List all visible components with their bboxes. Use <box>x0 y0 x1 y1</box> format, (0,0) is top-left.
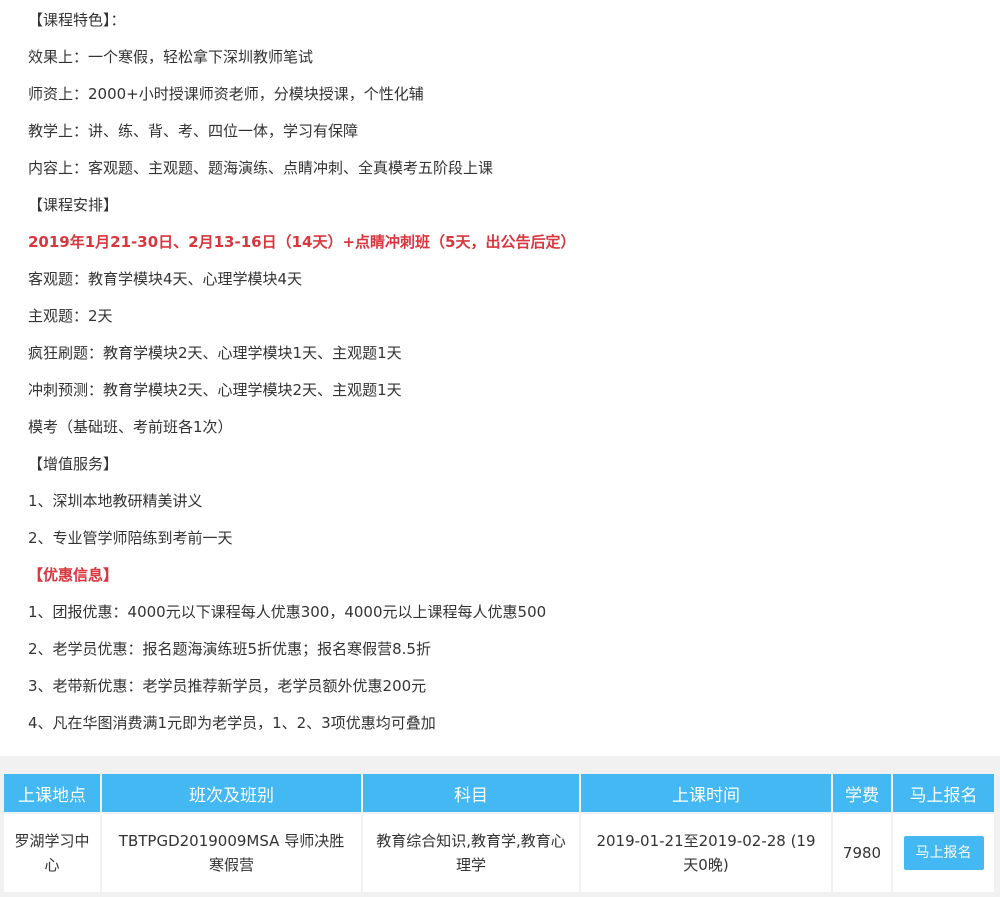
features-title: 【课程特色】： <box>28 11 126 29</box>
feature-item: 师资上：2000+小时授课师资老师，分模块授课，个性化辅 <box>28 85 424 103</box>
schedule-title: 【课程安排】 <box>28 196 119 214</box>
cell-class: TBTPGD2019009MSA 导师决胜寒假营 <box>102 814 361 892</box>
cell-location: 罗湖学习中心 <box>4 814 100 892</box>
header-subject: 科目 <box>363 774 579 812</box>
schedule-item: 主观题：2天 <box>28 307 113 325</box>
course-description: 【课程特色】： 效果上：一个寒假，轻松拿下深圳教师笔试 师资上：2000+小时授… <box>0 0 1000 744</box>
discount-item: 2、老学员优惠：报名题海演练班5折优惠；报名寒假营8.5折 <box>28 640 431 658</box>
schedule-item: 冲刺预测：教育学模块2天、心理学模块2天、主观题1天 <box>28 381 402 399</box>
schedule-item: 疯狂刷题：教育学模块2天、心理学模块1天、主观题1天 <box>28 344 402 362</box>
discount-item: 4、凡在华图消费满1元即为老学员，1、2、3项优惠均可叠加 <box>28 714 436 732</box>
cell-subject: 教育综合知识,教育学,教育心理学 <box>363 814 579 892</box>
header-location: 上课地点 <box>4 774 100 812</box>
header-class: 班次及班别 <box>102 774 361 812</box>
discounts-title: 【优惠信息】 <box>28 566 119 584</box>
header-fee: 学费 <box>833 774 891 812</box>
header-time: 上课时间 <box>581 774 831 812</box>
cell-fee: 7980 <box>833 814 891 892</box>
cell-signup: 马上报名 <box>893 814 994 892</box>
table-row: 罗湖学习中心 TBTPGD2019009MSA 导师决胜寒假营 教育综合知识,教… <box>4 814 994 892</box>
discount-item: 1、团报优惠：4000元以下课程每人优惠300，4000元以上课程每人优惠500 <box>28 603 547 621</box>
services-title: 【增值服务】 <box>28 455 119 473</box>
schedule-highlight: 2019年1月21-30日、2月13-16日（14天）+点睛冲刺班（5天，出公告… <box>28 233 576 251</box>
table-header-row: 上课地点 班次及班别 科目 上课时间 学费 马上报名 <box>4 774 994 812</box>
service-item: 1、深圳本地教研精美讲义 <box>28 492 203 510</box>
signup-button[interactable]: 马上报名 <box>903 836 984 870</box>
class-table-section: 上课地点 班次及班别 科目 上课时间 学费 马上报名 罗湖学习中心 TBTPGD… <box>0 756 1000 897</box>
header-signup: 马上报名 <box>893 774 994 812</box>
feature-item: 教学上：讲、练、背、考、四位一体，学习有保障 <box>28 122 359 140</box>
class-table: 上课地点 班次及班别 科目 上课时间 学费 马上报名 罗湖学习中心 TBTPGD… <box>2 772 996 894</box>
discount-item: 3、老带新优惠：老学员推荐新学员，老学员额外优惠200元 <box>28 677 427 695</box>
schedule-item: 模考（基础班、考前班各1次） <box>28 418 233 436</box>
feature-item: 内容上：客观题、主观题、题海演练、点睛冲刺、全真模考五阶段上课 <box>28 159 494 177</box>
service-item: 2、专业管学师陪练到考前一天 <box>28 529 233 547</box>
schedule-item: 客观题：教育学模块4天、心理学模块4天 <box>28 270 303 288</box>
cell-time: 2019-01-21至2019-02-28 (19天0晚) <box>581 814 831 892</box>
feature-item: 效果上：一个寒假，轻松拿下深圳教师笔试 <box>28 48 314 66</box>
